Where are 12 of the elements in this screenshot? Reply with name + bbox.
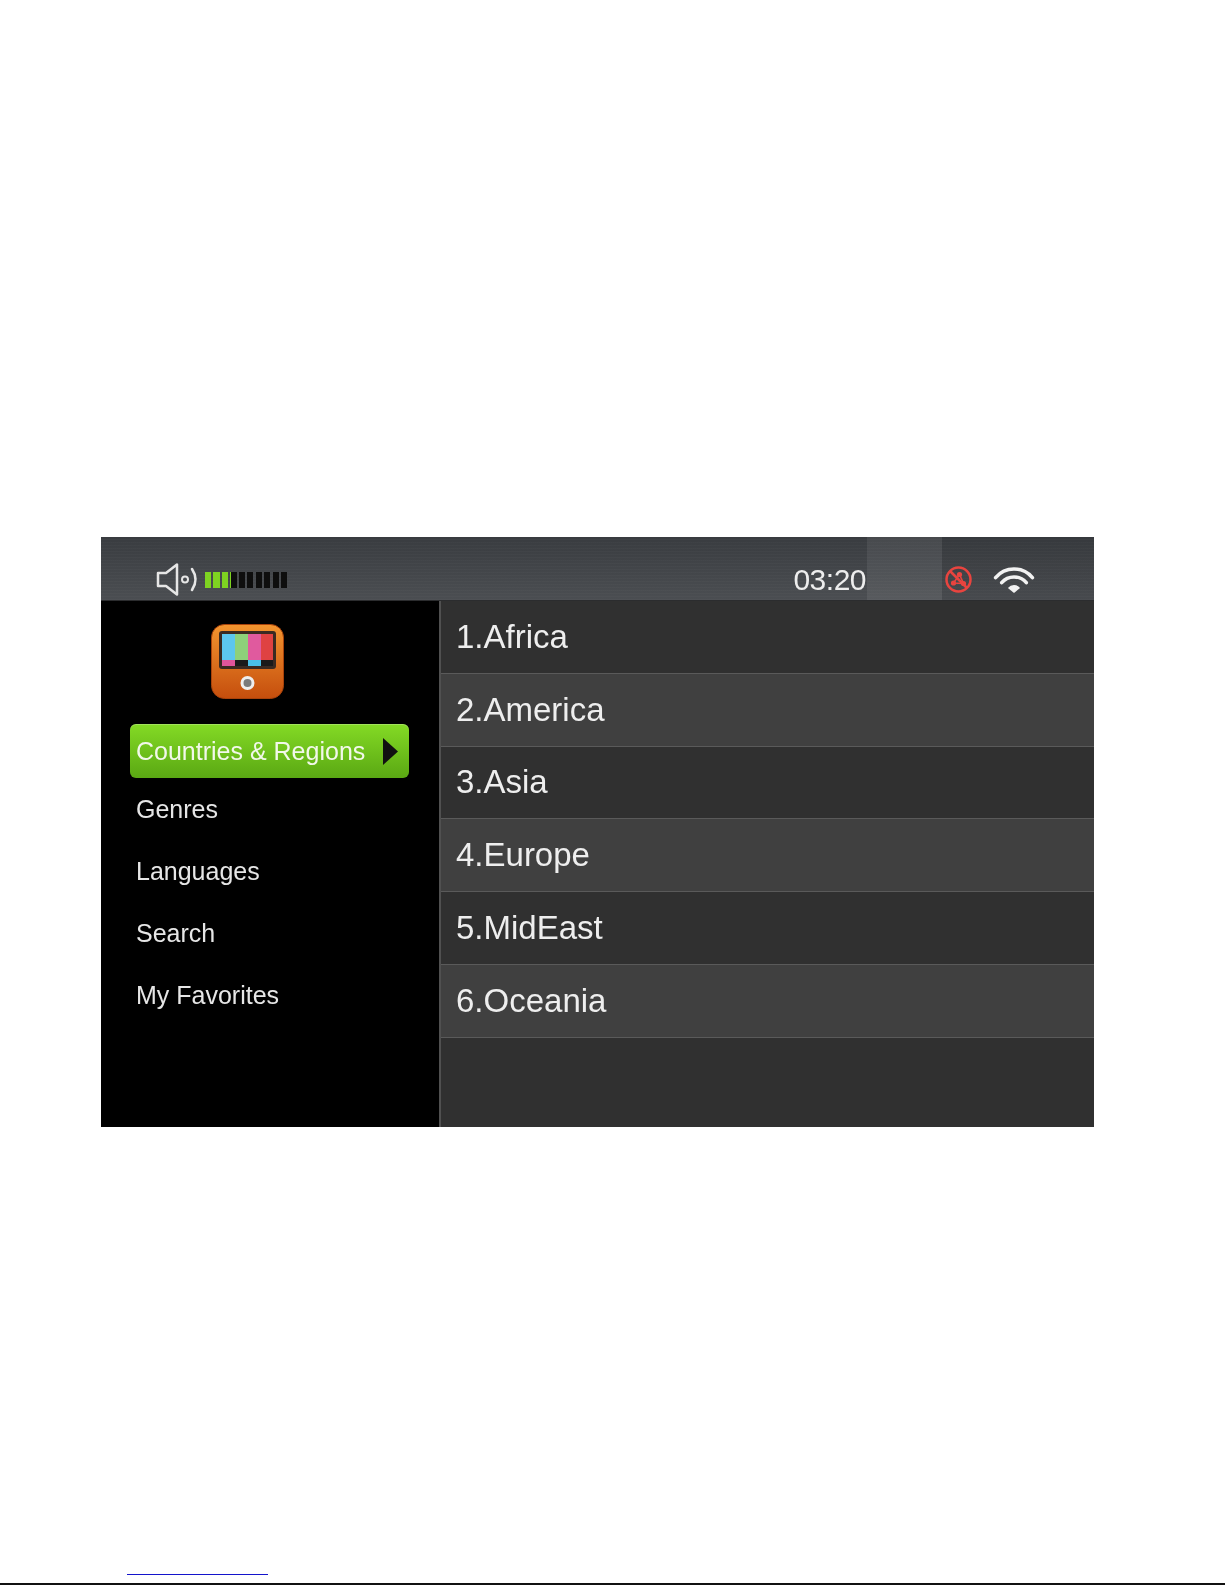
- tv-app-icon: [211, 624, 284, 699]
- wifi-icon: [993, 566, 1035, 593]
- clock-time: 03:20: [793, 564, 866, 595]
- caret-right-icon: [383, 737, 398, 765]
- network-off-icon: [945, 566, 972, 593]
- sidebar-item[interactable]: Genres: [130, 778, 409, 840]
- sidebar-item[interactable]: Languages: [130, 840, 409, 902]
- sidebar-item[interactable]: Search: [130, 902, 409, 964]
- list-item[interactable]: 6.Oceania: [441, 965, 1094, 1038]
- list-item[interactable]: 4.Europe: [441, 819, 1094, 893]
- sidebar-item[interactable]: My Favorites: [130, 964, 409, 1026]
- list-item[interactable]: 2.America: [441, 673, 1094, 747]
